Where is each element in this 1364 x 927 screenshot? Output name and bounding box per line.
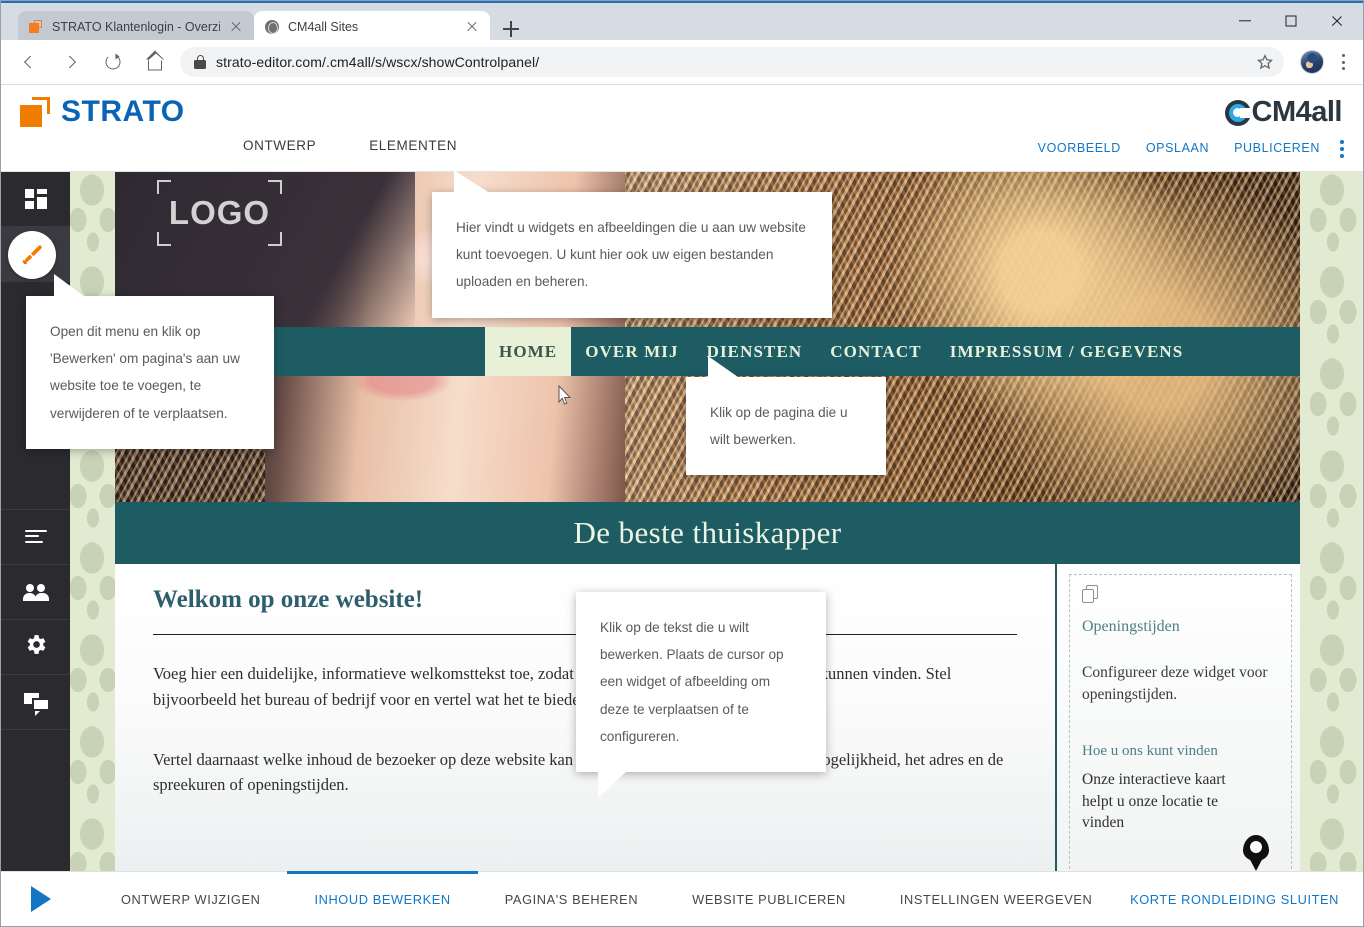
people-icon (22, 584, 49, 601)
tour-step-website-publiceren[interactable]: WEBSITE PUBLICEREN (665, 872, 873, 926)
sidebar-item-users[interactable] (1, 565, 70, 620)
publiceren-button[interactable]: PUBLICEREN (1234, 141, 1320, 155)
strato-icon (28, 19, 44, 35)
browser-toolbar: strato-editor.com/.cm4all/s/wscx/showCon… (0, 40, 1364, 85)
site-nav-impressum[interactable]: IMPRESSUM / GEGEVENS (936, 327, 1198, 376)
logo-placeholder-text: LOGO (168, 194, 271, 231)
widget-heading: Openingstijden (1082, 618, 1180, 635)
strato-icon (20, 97, 54, 127)
tab-title: STRATO Klantenlogin - Overzicht (52, 20, 220, 34)
sidebar-item-support[interactable] (1, 675, 70, 730)
globe-icon (264, 19, 280, 35)
browser-tab-strato[interactable]: STRATO Klantenlogin - Overzicht (18, 11, 254, 43)
site-nav-home[interactable]: HOME (485, 327, 572, 376)
address-bar[interactable]: strato-editor.com/.cm4all/s/wscx/showCon… (180, 47, 1284, 77)
window-titlebar: STRATO Klantenlogin - Overzicht CM4all S… (0, 0, 1364, 43)
tabstrip: STRATO Klantenlogin - Overzicht CM4all S… (0, 6, 1364, 43)
tour-step-paginas-beheren[interactable]: PAGINA'S BEHEREN (478, 872, 665, 926)
nav-ontwerp[interactable]: ONTWERP (243, 138, 316, 153)
close-icon[interactable] (228, 19, 244, 35)
callout-text-text: Klik op de tekst die u wilt bewerken. Pl… (600, 620, 784, 744)
sidebar-item-pages[interactable] (1, 510, 70, 565)
app-header-nav: ONTWERP ELEMENTEN (243, 138, 457, 153)
star-icon[interactable] (1256, 53, 1274, 71)
layout-grid-icon (24, 189, 47, 209)
paintbrush-icon (8, 231, 56, 279)
reload-icon[interactable] (96, 45, 130, 79)
product-name: CM4all (1251, 96, 1343, 128)
play-icon[interactable] (31, 886, 51, 912)
app-header-actions: VOORBEELD OPSLAAN PUBLICEREN (1038, 141, 1320, 155)
kebab-menu-icon[interactable] (1334, 139, 1350, 159)
chat-icon (23, 693, 48, 716)
callout-menu-text: Open dit menu en klik op 'Bewerken' om p… (50, 324, 240, 421)
maximize-button[interactable] (1268, 3, 1314, 39)
home-icon[interactable] (138, 45, 172, 79)
widget-text: Configureer deze widget voor openingstij… (1082, 664, 1268, 704)
cm4all-logo: CM4all (1224, 96, 1343, 128)
logo-placeholder[interactable]: LOGO (157, 180, 282, 246)
callout-elements-text: Hier vindt u widgets en afbeeldingen die… (456, 220, 806, 290)
site-nav-over-mij[interactable]: OVER MIJ (571, 327, 692, 376)
voorbeeld-button[interactable]: VOORBEELD (1038, 141, 1121, 155)
map-pin-icon (1243, 835, 1269, 861)
tour-step-inhoud-bewerken[interactable]: INHOUD BEWERKEN (287, 871, 479, 926)
minimize-button[interactable] (1222, 3, 1268, 39)
sidebar-item-settings[interactable] (1, 620, 70, 675)
url-text: strato-editor.com/.cm4all/s/wscx/showCon… (216, 54, 540, 70)
nav-elementen[interactable]: ELEMENTEN (369, 138, 457, 153)
tour-bar: ONTWERP WIJZIGEN INHOUD BEWERKEN PAGINA'… (1, 871, 1363, 926)
gear-icon (23, 632, 48, 662)
close-tour-button[interactable]: KORTE RONDLEIDING SLUITEN (1130, 892, 1339, 907)
callout-text: Klik op de tekst die u wilt bewerken. Pl… (576, 592, 826, 798)
cm4all-circle-icon (1224, 99, 1252, 126)
callout-page: Klik op de pagina die u wilt bewerken. (686, 356, 886, 476)
widget-openingstijden[interactable]: Openingstijden Configureer deze widget v… (1069, 574, 1292, 872)
copy-widget-icon[interactable] (1082, 585, 1099, 604)
forward-icon[interactable] (54, 45, 88, 79)
browser-tab-cm4all[interactable]: CM4all Sites (254, 11, 490, 43)
browser-window: STRATO Klantenlogin - Overzicht CM4all S… (0, 0, 1364, 927)
lock-icon (194, 55, 206, 69)
tour-steps: ONTWERP WIJZIGEN INHOUD BEWERKEN PAGINA'… (94, 871, 1119, 926)
close-icon[interactable] (464, 19, 480, 35)
widget-heading-2: Hoe u ons kunt vinden (1082, 742, 1218, 759)
tour-step-ontwerp-wijzigen[interactable]: ONTWERP WIJZIGEN (94, 872, 287, 926)
sidebar-item-layout[interactable] (1, 172, 70, 227)
avatar[interactable] (1300, 50, 1324, 74)
new-tab-button[interactable] (497, 15, 525, 43)
list-lines-icon (24, 529, 47, 545)
site-title-band[interactable]: De beste thuiskapper (115, 502, 1300, 564)
opslaan-button[interactable]: OPSLAAN (1146, 141, 1209, 155)
app-header (1, 86, 1363, 172)
brand-name: STRATO (61, 95, 185, 128)
site-nav-contact[interactable]: CONTACT (816, 327, 935, 376)
strato-logo: STRATO (20, 97, 185, 127)
tour-step-instellingen-weergeven[interactable]: INSTELLINGEN WEERGEVEN (873, 872, 1119, 926)
close-window-button[interactable] (1314, 3, 1360, 39)
back-icon[interactable] (12, 45, 46, 79)
tab-title: CM4all Sites (288, 20, 359, 34)
kebab-menu-icon[interactable] (1330, 49, 1356, 75)
callout-menu: Open dit menu en klik op 'Bewerken' om p… (26, 274, 274, 449)
site-title: De beste thuiskapper (573, 515, 842, 550)
widget-text-2: Onze interactieve kaart helpt u onze loc… (1082, 770, 1226, 832)
callout-elements: Hier vindt u widgets en afbeeldingen die… (432, 170, 832, 318)
site-sidebar-column: Openingstijden Configureer deze widget v… (1055, 564, 1300, 872)
callout-page-text: Klik op de pagina die u wilt bewerken. (710, 405, 848, 448)
